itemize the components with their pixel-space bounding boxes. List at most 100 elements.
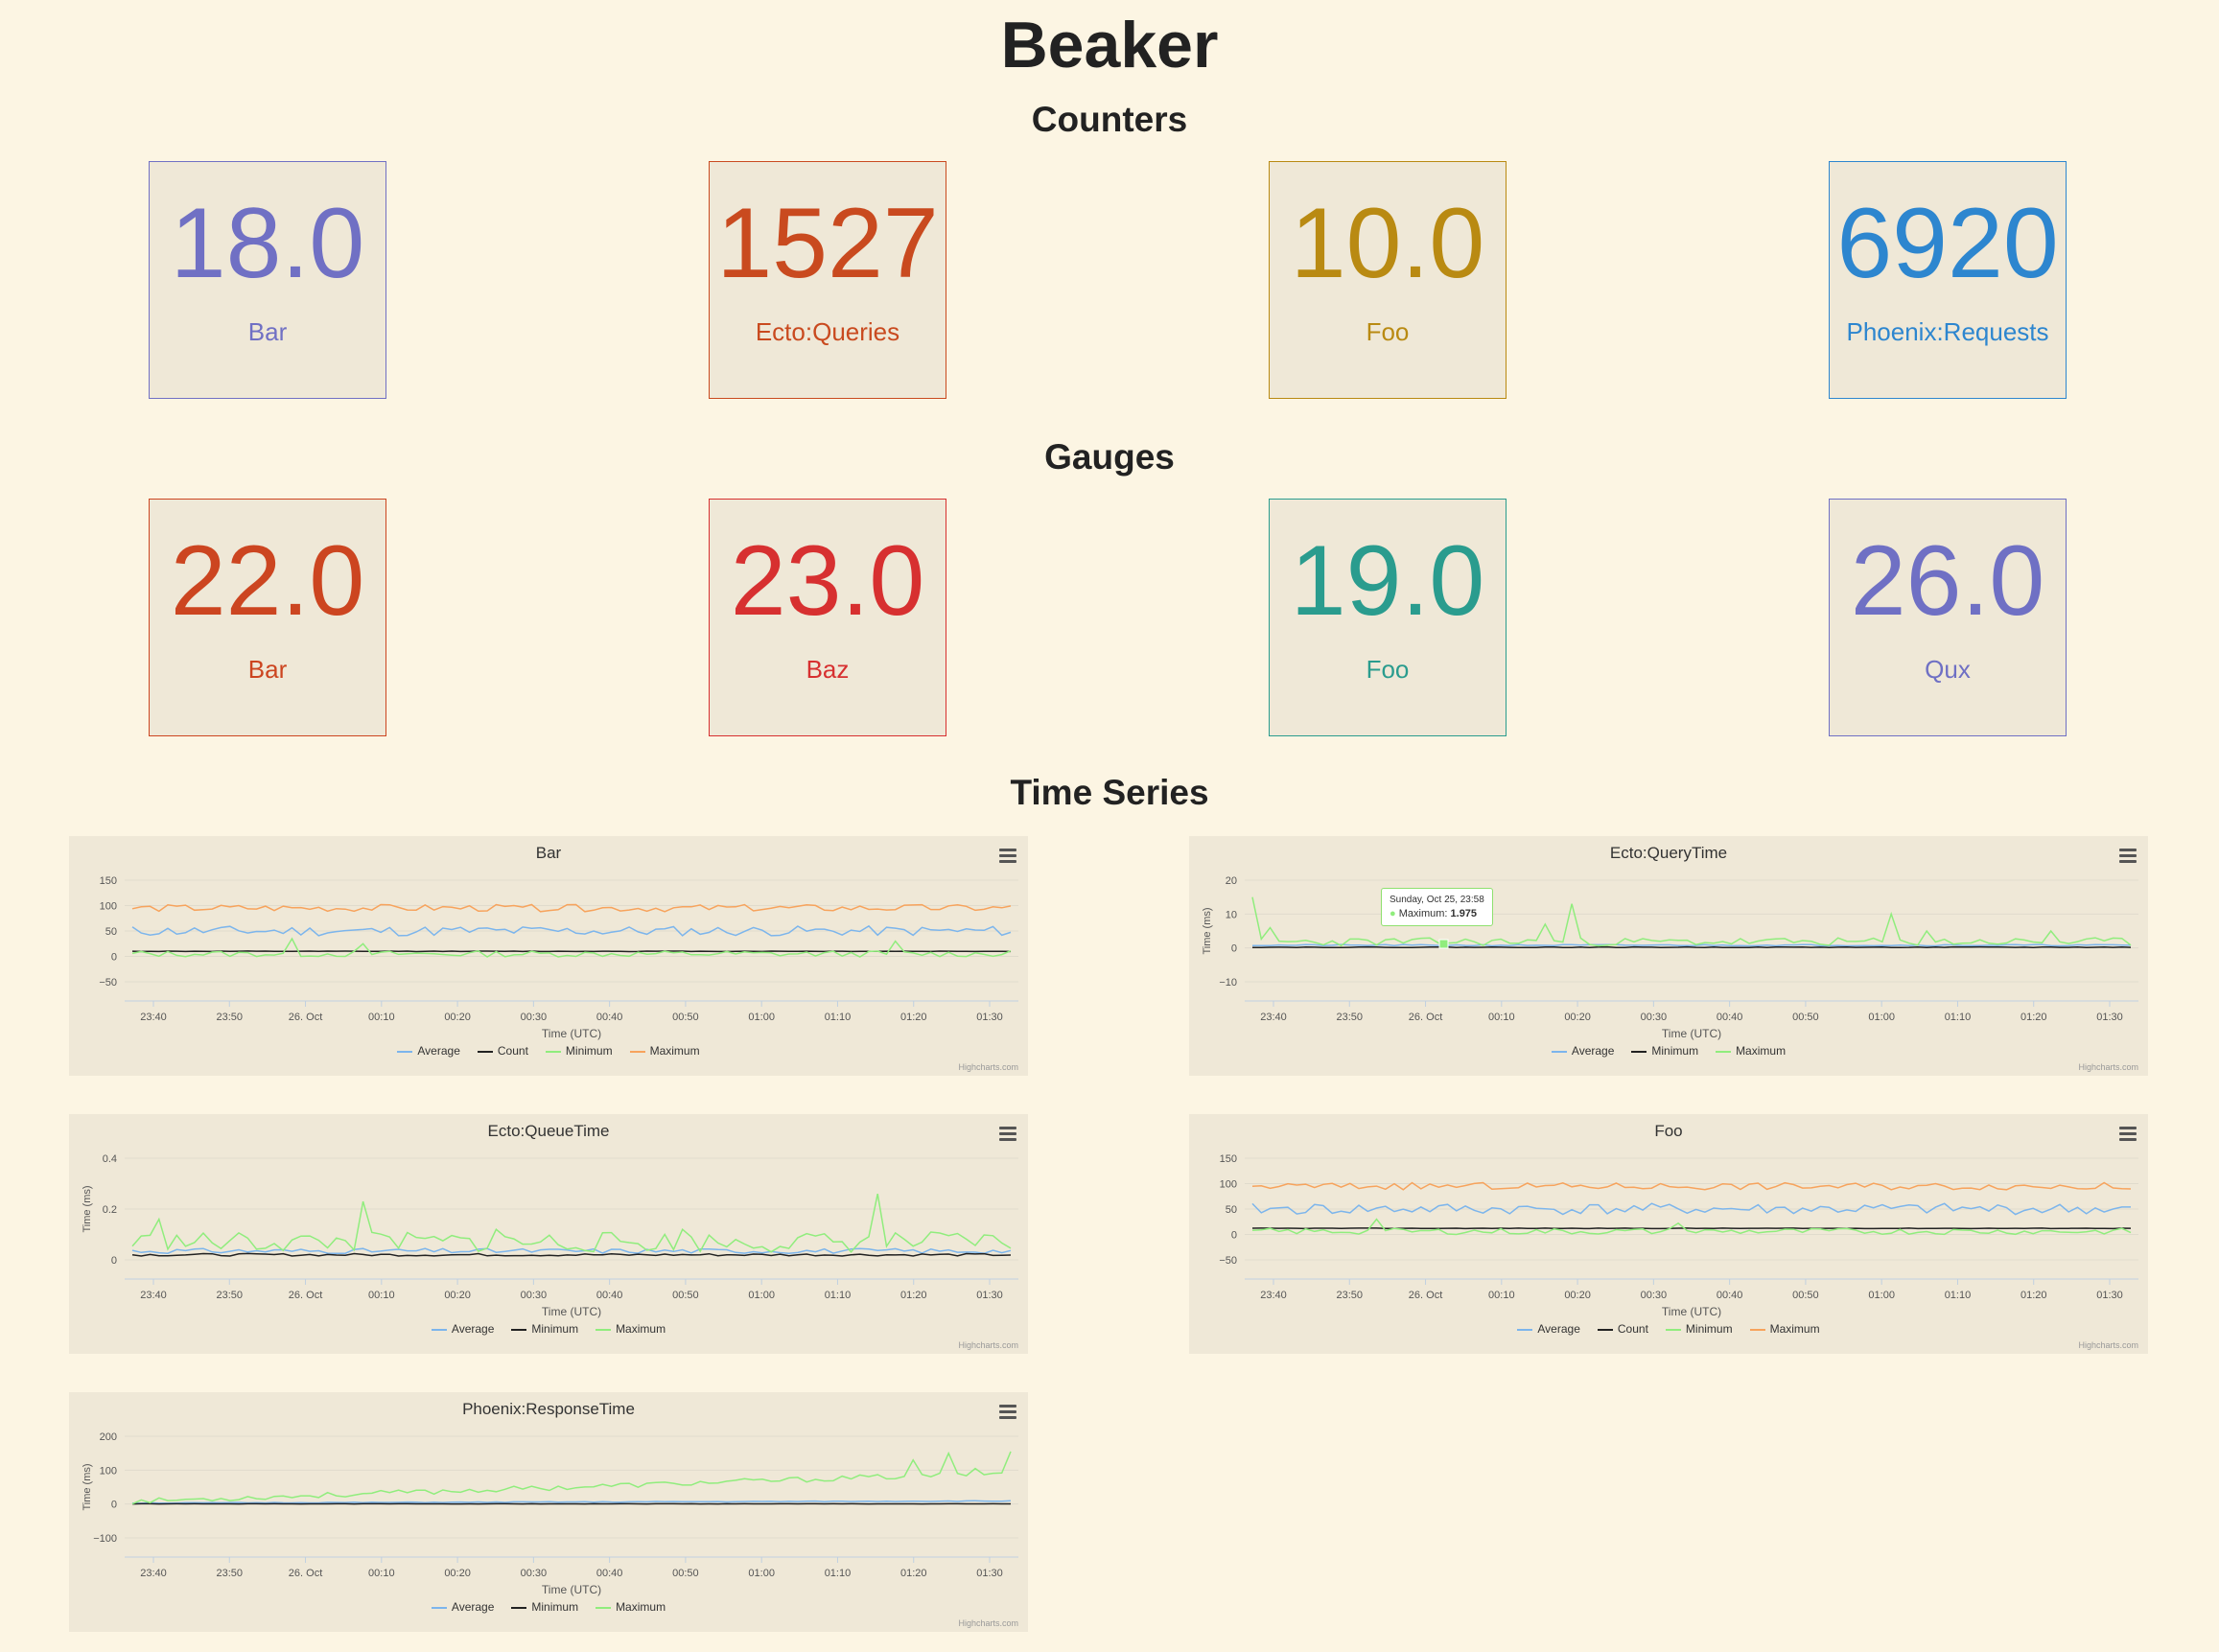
legend-item-maximum[interactable]: Maximum [1749,1322,1820,1336]
legend-label: Average [451,1322,495,1336]
x-tick-label: 23:50 [217,1012,244,1023]
chart-foo: Foo 150 100 50 0 −50 23:40 23:50 26. Oct 00:10 00:… [1189,1114,2148,1354]
x-tick-label: 00:50 [672,1290,699,1301]
x-tick-label: 01:20 [2020,1290,2047,1301]
legend-item-minimum[interactable]: Minimum [1631,1044,1698,1058]
x-tick-label: 00:50 [672,1012,699,1023]
legend-label: Count [1617,1322,1648,1336]
x-axis-label: Time (UTC) [542,1027,601,1040]
chart-legend: Average Count Minimum Maximum [69,1044,1028,1058]
series-line-maximum [131,1193,1012,1253]
legend-swatch [431,1328,447,1331]
counter-card-foo: 10.0 Foo [1269,161,1507,399]
x-tick-label: 00:30 [521,1012,548,1023]
time-series-heading: Time Series [1010,773,1209,812]
chart-menu-button[interactable] [997,846,1018,865]
x-tick-label: 23:40 [140,1012,167,1023]
gauge-value: 26.0 [1850,525,2045,637]
x-tick-label: 01:10 [1945,1012,1972,1023]
legend-item-average[interactable]: Average [1517,1322,1580,1336]
x-tick-label: 26. Oct [289,1290,322,1301]
counter-card-bar: 18.0 Bar [149,161,386,399]
y-tick-label: 0 [1231,943,1237,955]
legend-item-average[interactable]: Average [431,1322,495,1336]
x-tick-label: 01:30 [976,1012,1003,1023]
x-tick-label: 00:30 [1641,1290,1668,1301]
legend-swatch [397,1050,413,1053]
chart-credit[interactable]: Highcharts.com [958,1062,1018,1072]
counters-heading: Counters [1031,100,1188,139]
x-tick-label: 01:20 [900,1012,927,1023]
x-tick-label: 00:10 [368,1290,395,1301]
legend-item-average[interactable]: Average [431,1600,494,1614]
legend-swatch [596,1606,612,1609]
legend-item-count[interactable]: Count [1597,1322,1648,1336]
legend-item-minimum[interactable]: Minimum [1665,1322,1733,1336]
legend-item-maximum[interactable]: Maximum [596,1600,666,1614]
chart-menu-button[interactable] [997,1402,1018,1421]
counter-label: Foo [1366,317,1410,346]
x-axis-label: Time (UTC) [1662,1305,1721,1318]
gauge-value: 22.0 [170,525,365,637]
series-line-average [131,1500,1012,1504]
chart-svg: Bar 150 100 50 0 −50 23:40 23:50 26. Oct 00:10 00:… [99,844,1018,1040]
x-tick-label: 00:20 [444,1012,471,1023]
legend-item-maximum[interactable]: Maximum [596,1322,666,1336]
chart-title: Bar [536,844,562,862]
legend-swatch [1551,1050,1567,1053]
legend-swatch [431,1606,447,1609]
chart-menu-button[interactable] [2117,1124,2138,1143]
gauge-label: Qux [1925,655,1971,684]
y-tick-label: 0 [111,952,117,964]
x-tick-label: 01:30 [2096,1012,2123,1023]
chart-bar: Bar 150 100 50 0 −50 23:40 23:50 26. Oct 00:10 00:… [69,836,1028,1076]
x-tick-label: 00:50 [672,1568,699,1579]
y-tick-label: 0.2 [103,1204,117,1216]
chart-menu-button[interactable] [2117,846,2138,865]
chart-menu-button[interactable] [997,1124,1018,1143]
legend-swatch [1517,1328,1533,1331]
legend-swatch [629,1050,645,1053]
chart-credit[interactable]: Highcharts.com [958,1340,1018,1350]
x-tick-label: 00:40 [1717,1290,1743,1301]
legend-item-average[interactable]: Average [1551,1044,1615,1058]
legend-item-maximum[interactable]: Maximum [629,1044,700,1058]
x-tick-label: 26. Oct [289,1012,322,1023]
counter-card-phoenix-requests: 6920 Phoenix:Requests [1829,161,2067,399]
legend-item-maximum[interactable]: Maximum [1716,1044,1786,1058]
x-tick-label: 00:40 [596,1568,623,1579]
legend-item-count[interactable]: Count [477,1044,528,1058]
x-tick-label: 00:50 [1792,1290,1819,1301]
chart-credit[interactable]: Highcharts.com [958,1618,1018,1628]
chart-title: Ecto:QueryTime [1610,844,1727,862]
y-tick-label: 0 [111,1255,117,1267]
y-tick-label: 200 [100,1431,117,1443]
x-tick-label: 23:50 [1337,1290,1364,1301]
chart-tooltip: Sunday, Oct 25, 23:58 ● Maximum: 1.975 [1381,888,1493,926]
y-tick-label: −50 [99,977,117,989]
legend-swatch [1749,1328,1765,1331]
tooltip-label: Maximum: [1398,908,1448,919]
legend-item-average[interactable]: Average [397,1044,460,1058]
tooltip-value: 1.975 [1450,908,1478,919]
chart-phoenix-response-time: Phoenix:ResponseTime 200 100 0 −100 23:40 23:5… [69,1392,1028,1632]
x-tick-label: 01:00 [1868,1012,1895,1023]
legend-label: Average [1571,1044,1615,1058]
legend-swatch [1597,1328,1613,1331]
chart-credit[interactable]: Highcharts.com [2078,1340,2138,1350]
counter-value: 1527 [716,188,939,299]
legend-item-minimum[interactable]: Minimum [511,1600,578,1614]
y-tick-label: 100 [1220,1179,1237,1191]
chart-title: Phoenix:ResponseTime [462,1400,635,1418]
x-tick-label: 23:40 [140,1290,167,1301]
y-tick-label: −100 [93,1533,117,1545]
x-tick-label: 00:10 [1488,1012,1515,1023]
x-tick-label: 00:10 [368,1012,395,1023]
chart-credit[interactable]: Highcharts.com [2078,1062,2138,1072]
legend-item-minimum[interactable]: Minimum [511,1322,578,1336]
legend-label: Minimum [1685,1322,1733,1336]
chart-svg: Ecto:QueryTime 20 10 0 −10 23:40 23:50 26. Oct 0… [1202,844,2138,1040]
legend-item-minimum[interactable]: Minimum [545,1044,613,1058]
counter-label: Bar [247,317,288,346]
series-line-average [131,1247,1012,1255]
